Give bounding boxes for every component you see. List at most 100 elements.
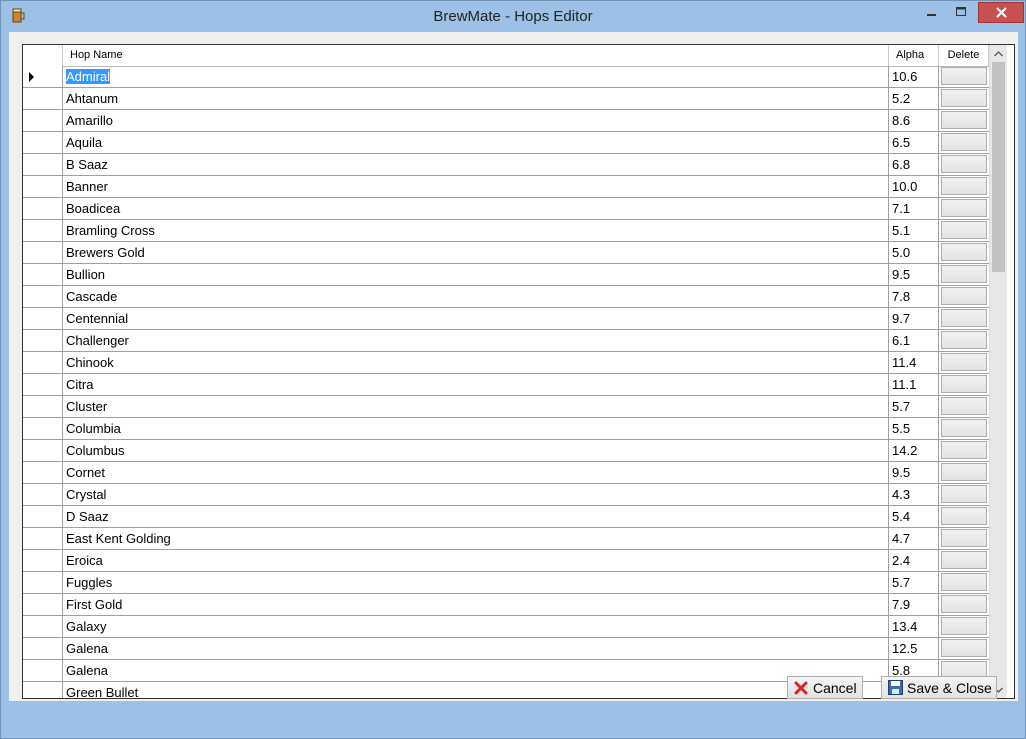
- alpha-cell[interactable]: 13.4: [889, 616, 939, 637]
- hop-name-cell[interactable]: Crystal: [63, 484, 889, 505]
- row-header-corner[interactable]: [23, 45, 63, 66]
- row-header[interactable]: [23, 330, 63, 351]
- table-row[interactable]: Boadicea 7.1: [23, 198, 989, 220]
- hop-name-cell[interactable]: Cornet: [63, 462, 889, 483]
- delete-row-button[interactable]: [941, 133, 987, 151]
- row-header[interactable]: [23, 154, 63, 175]
- delete-row-button[interactable]: [941, 177, 987, 195]
- delete-row-button[interactable]: [941, 639, 987, 657]
- hop-name-cell[interactable]: Boadicea: [63, 198, 889, 219]
- alpha-cell[interactable]: 11.1: [889, 374, 939, 395]
- delete-row-button[interactable]: [941, 155, 987, 173]
- hop-name-cell[interactable]: First Gold: [63, 594, 889, 615]
- row-header[interactable]: [23, 88, 63, 109]
- column-header-hop-name[interactable]: Hop Name: [63, 45, 889, 66]
- hop-name-cell[interactable]: Chinook: [63, 352, 889, 373]
- table-row[interactable]: Bullion 9.5: [23, 264, 989, 286]
- row-header[interactable]: [23, 66, 63, 87]
- hop-name-cell[interactable]: D Saaz: [63, 506, 889, 527]
- table-row[interactable]: Cluster 5.7: [23, 396, 989, 418]
- table-row[interactable]: Citra 11.1: [23, 374, 989, 396]
- table-row[interactable]: Galena 12.5: [23, 638, 989, 660]
- hop-name-cell[interactable]: Banner: [63, 176, 889, 197]
- row-header[interactable]: [23, 660, 63, 681]
- table-row[interactable]: Galaxy 13.4: [23, 616, 989, 638]
- delete-row-button[interactable]: [941, 617, 987, 635]
- delete-row-button[interactable]: [941, 89, 987, 107]
- row-header[interactable]: [23, 484, 63, 505]
- alpha-cell[interactable]: 11.4: [889, 352, 939, 373]
- column-header-delete[interactable]: Delete: [939, 45, 989, 66]
- table-row[interactable]: Crystal 4.3: [23, 484, 989, 506]
- close-window-button[interactable]: [978, 2, 1024, 23]
- table-row[interactable]: D Saaz 5.4: [23, 506, 989, 528]
- vertical-scrollbar[interactable]: [989, 45, 1007, 698]
- hop-name-cell[interactable]: Green Bullet: [63, 682, 889, 698]
- maximize-button[interactable]: [947, 2, 975, 22]
- alpha-cell[interactable]: 5.7: [889, 572, 939, 593]
- row-header[interactable]: [23, 308, 63, 329]
- hop-name-cell[interactable]: Galena: [63, 660, 889, 681]
- row-header[interactable]: [23, 528, 63, 549]
- alpha-cell[interactable]: 5.7: [889, 396, 939, 417]
- hop-name-cell[interactable]: Ahtanum: [63, 88, 889, 109]
- table-row[interactable]: Challenger 6.1: [23, 330, 989, 352]
- table-row[interactable]: Ahtanum 5.2: [23, 88, 989, 110]
- table-row[interactable]: Amarillo 8.6: [23, 110, 989, 132]
- delete-row-button[interactable]: [941, 375, 987, 393]
- hop-name-cell[interactable]: Challenger: [63, 330, 889, 351]
- table-row[interactable]: Centennial 9.7: [23, 308, 989, 330]
- delete-row-button[interactable]: [941, 111, 987, 129]
- row-header[interactable]: [23, 286, 63, 307]
- delete-row-button[interactable]: [941, 573, 987, 591]
- row-header[interactable]: [23, 352, 63, 373]
- alpha-cell[interactable]: 7.1: [889, 198, 939, 219]
- hop-name-cell[interactable]: Columbus: [63, 440, 889, 461]
- row-header[interactable]: [23, 550, 63, 571]
- hop-name-cell[interactable]: Aquila: [63, 132, 889, 153]
- alpha-cell[interactable]: 10.0: [889, 176, 939, 197]
- delete-row-button[interactable]: [941, 419, 987, 437]
- table-row[interactable]: Columbia 5.5: [23, 418, 989, 440]
- hop-name-cell[interactable]: Cascade: [63, 286, 889, 307]
- table-row[interactable]: Eroica 2.4: [23, 550, 989, 572]
- delete-row-button[interactable]: [941, 331, 987, 349]
- alpha-cell[interactable]: 5.0: [889, 242, 939, 263]
- alpha-cell[interactable]: 4.3: [889, 484, 939, 505]
- delete-row-button[interactable]: [941, 551, 987, 569]
- table-row[interactable]: Brewers Gold 5.0: [23, 242, 989, 264]
- table-row[interactable]: Aquila 6.5: [23, 132, 989, 154]
- delete-row-button[interactable]: [941, 529, 987, 547]
- delete-row-button[interactable]: [941, 221, 987, 239]
- scroll-up-arrow-icon[interactable]: [990, 45, 1007, 62]
- row-header[interactable]: [23, 418, 63, 439]
- alpha-cell[interactable]: 9.5: [889, 264, 939, 285]
- delete-row-button[interactable]: [941, 353, 987, 371]
- row-header[interactable]: [23, 506, 63, 527]
- alpha-cell[interactable]: 10.6: [889, 66, 939, 87]
- delete-row-button[interactable]: [941, 265, 987, 283]
- column-header-alpha[interactable]: Alpha: [889, 45, 939, 66]
- hops-grid[interactable]: Hop Name Alpha Delete Admiral 10.6 Ahtanum…: [22, 44, 1015, 699]
- minimize-button[interactable]: [918, 2, 946, 22]
- row-header[interactable]: [23, 198, 63, 219]
- alpha-cell[interactable]: 9.7: [889, 308, 939, 329]
- row-header[interactable]: [23, 220, 63, 241]
- hop-name-cell[interactable]: Bullion: [63, 264, 889, 285]
- table-row[interactable]: Fuggles 5.7: [23, 572, 989, 594]
- table-row[interactable]: Admiral 10.6: [23, 66, 989, 88]
- delete-row-button[interactable]: [941, 309, 987, 327]
- row-header[interactable]: [23, 594, 63, 615]
- table-row[interactable]: First Gold 7.9: [23, 594, 989, 616]
- row-header[interactable]: [23, 264, 63, 285]
- hop-name-cell[interactable]: Columbia: [63, 418, 889, 439]
- table-row[interactable]: B Saaz 6.8: [23, 154, 989, 176]
- save-close-button[interactable]: Save & Close: [881, 676, 997, 699]
- hop-name-cell[interactable]: Bramling Cross: [63, 220, 889, 241]
- hop-name-cell[interactable]: Citra: [63, 374, 889, 395]
- delete-row-button[interactable]: [941, 67, 987, 85]
- title-bar[interactable]: BrewMate - Hops Editor: [1, 1, 1025, 31]
- alpha-cell[interactable]: 6.8: [889, 154, 939, 175]
- hop-name-cell[interactable]: Fuggles: [63, 572, 889, 593]
- alpha-cell[interactable]: 9.5: [889, 462, 939, 483]
